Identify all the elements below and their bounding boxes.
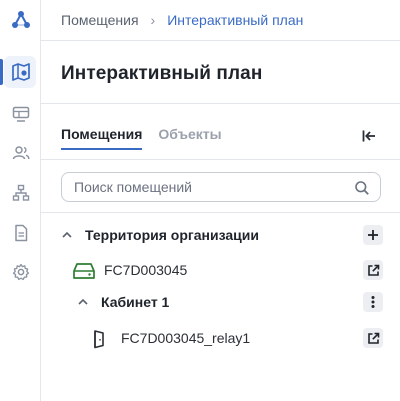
tab-bar: Помещения Объекты xyxy=(61,126,238,150)
breadcrumb-root[interactable]: Помещения xyxy=(61,12,139,28)
divider xyxy=(41,159,400,160)
sidebar-item-map[interactable] xyxy=(0,52,41,92)
tree-node-territory[interactable]: Территория организации xyxy=(41,220,400,250)
app-logo-icon xyxy=(11,11,30,28)
sidebar-item-settings[interactable] xyxy=(0,252,41,292)
collapse-left-icon xyxy=(362,130,375,142)
tree-node-device[interactable]: FC7D003045_relay1 xyxy=(41,323,400,353)
sidebar-item-documents[interactable] xyxy=(0,213,41,253)
sidebar-rail xyxy=(0,0,41,401)
open-device-button[interactable] xyxy=(363,260,383,280)
app-logo[interactable] xyxy=(0,0,41,40)
search-box xyxy=(61,172,381,202)
door-icon xyxy=(92,329,106,352)
sidebar-item-structure[interactable] xyxy=(0,173,41,213)
sidebar-item-users[interactable] xyxy=(0,133,41,173)
room-label: Кабинет 1 xyxy=(101,294,170,310)
divider xyxy=(41,103,400,104)
tree-node-device[interactable]: FC7D003045 xyxy=(41,255,400,285)
page-title: Интерактивный план xyxy=(61,63,263,84)
structure-icon xyxy=(12,184,29,201)
tab-objects[interactable]: Объекты xyxy=(158,126,221,150)
main-panel: Помещения › Интерактивный план Интеракти… xyxy=(41,0,400,401)
more-vertical-icon xyxy=(371,296,375,308)
document-icon xyxy=(14,224,27,242)
more-options-button[interactable] xyxy=(363,292,383,312)
divider xyxy=(41,212,400,213)
router-icon xyxy=(72,262,96,283)
breadcrumb-current: Интерактивный план xyxy=(167,12,304,28)
open-external-icon xyxy=(367,264,379,276)
search-icon[interactable] xyxy=(354,180,370,196)
users-icon xyxy=(12,146,29,160)
chevron-up-icon[interactable] xyxy=(60,228,74,242)
chevron-up-icon[interactable] xyxy=(76,295,90,309)
collapse-panel-button[interactable] xyxy=(357,125,381,147)
device-label: FC7D003045_relay1 xyxy=(121,330,251,346)
tree-node-room[interactable]: Кабинет 1 xyxy=(41,287,400,317)
settings-icon xyxy=(12,263,29,281)
breadcrumb: Помещения › Интерактивный план xyxy=(41,0,400,41)
tab-rooms[interactable]: Помещения xyxy=(61,126,143,150)
sidebar-item-cameras[interactable] xyxy=(0,94,41,134)
add-button[interactable] xyxy=(363,225,383,245)
search-input[interactable] xyxy=(74,179,334,195)
cameras-icon xyxy=(12,106,29,122)
open-device-button[interactable] xyxy=(363,328,383,348)
map-icon xyxy=(11,63,30,81)
plus-icon xyxy=(368,230,378,240)
tree-node-label: Территория организации xyxy=(85,227,259,243)
breadcrumb-separator-icon: › xyxy=(150,12,156,28)
open-external-icon xyxy=(367,332,379,344)
device-label: FC7D003045 xyxy=(104,262,188,278)
